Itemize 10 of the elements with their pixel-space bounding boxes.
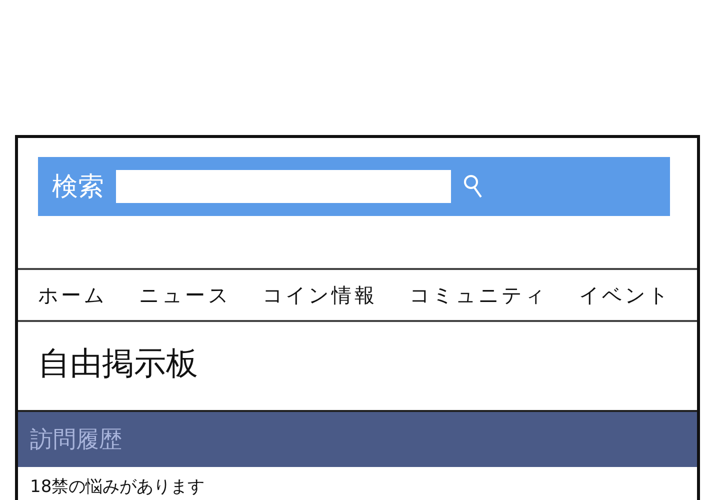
history-heading: 訪問履歴 [30, 426, 122, 455]
search-label: 検索 [52, 171, 104, 204]
search-field[interactable] [116, 170, 451, 203]
page-title: 自由掲示板 [37, 343, 199, 384]
nav-link[interactable]: コミュニティ [409, 282, 548, 308]
nav-link[interactable]: イベント [579, 282, 671, 308]
nav-link[interactable]: ニュース [138, 282, 231, 308]
nav-link[interactable]: コイン情報 [262, 282, 378, 308]
history-item[interactable]: 18禁の悩みがあります [18, 467, 697, 498]
nav-link[interactable]: ホーム [38, 282, 107, 308]
